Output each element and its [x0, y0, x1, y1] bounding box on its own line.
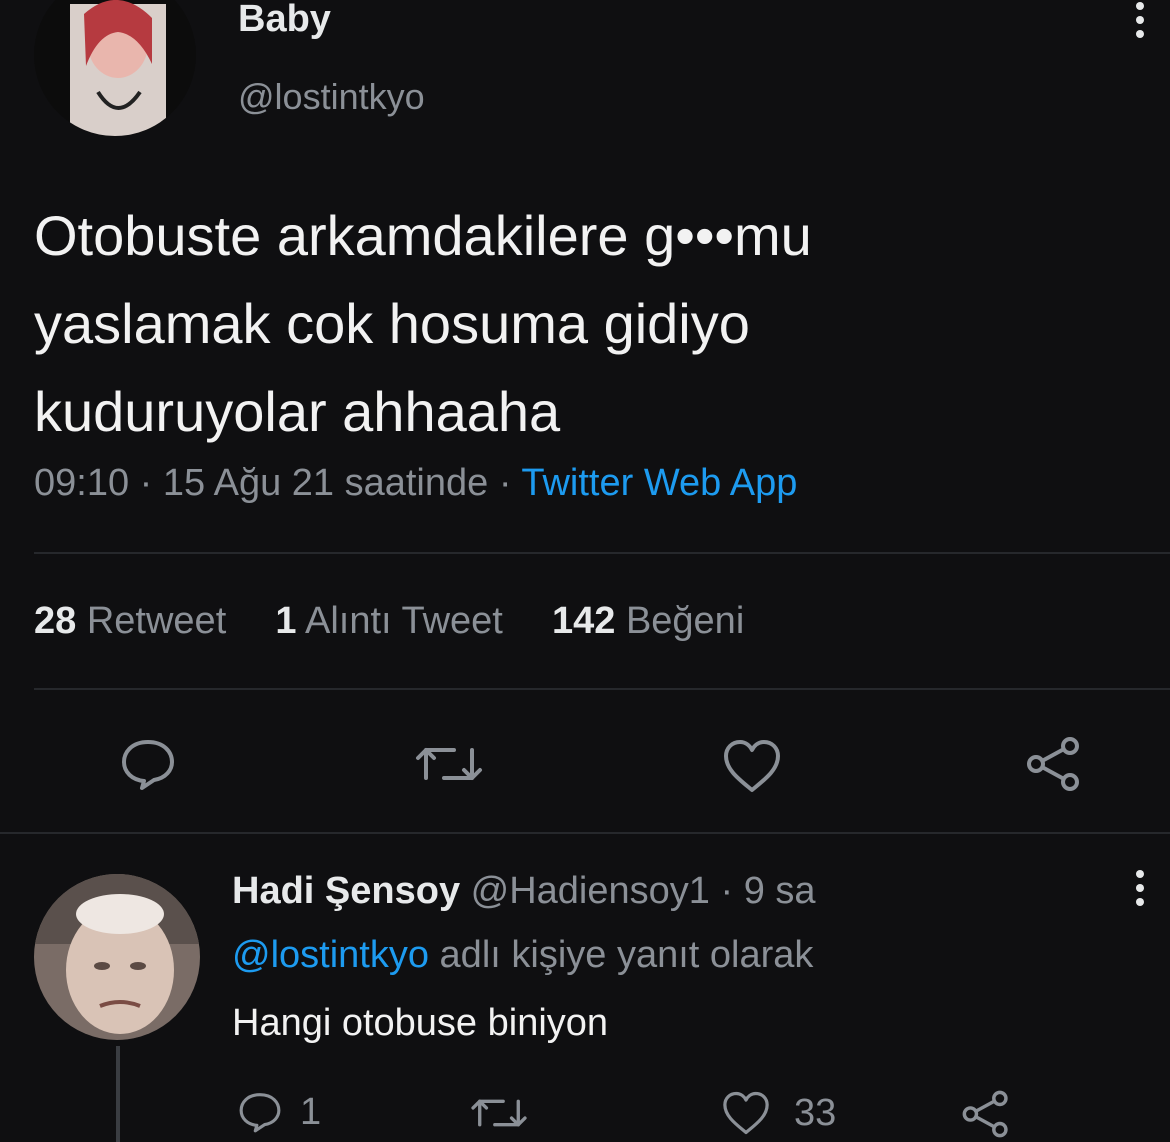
share-icon[interactable]: [1024, 734, 1084, 794]
like-count: 142: [551, 600, 616, 642]
reply-action-reply[interactable]: 1: [236, 1090, 321, 1134]
reply-handle[interactable]: @Hadiensoy1: [471, 870, 710, 912]
quote-label: Alıntı Tweet: [304, 600, 503, 642]
like-label: Beğeni: [625, 600, 745, 642]
retweet-label: Retweet: [86, 600, 227, 642]
heart-icon[interactable]: [720, 738, 784, 794]
tweet-text: Otobuste arkamdakilere g•••mu yaslamak c…: [34, 192, 812, 456]
quote-count: 1: [275, 600, 297, 642]
user-handle[interactable]: @lostintkyo: [238, 76, 425, 118]
share-icon[interactable]: [960, 1088, 1012, 1140]
tweet-text-line: yaslamak cok hosuma gidiyo: [34, 292, 750, 355]
replying-to-handle[interactable]: @lostintkyo: [232, 934, 429, 976]
display-name[interactable]: Baby: [238, 0, 331, 41]
separator: ·: [498, 462, 512, 504]
reply-avatar[interactable]: [34, 874, 200, 1040]
separator: ·: [720, 870, 734, 912]
quote-stat[interactable]: 1 Alıntı Tweet: [275, 600, 513, 642]
thread-line: [116, 1046, 120, 1142]
reply-time[interactable]: 9 sa: [744, 870, 816, 912]
tweet-date[interactable]: 15 Ağu 21 saatinde: [163, 462, 488, 504]
retweet-icon[interactable]: [468, 1092, 530, 1134]
reply-action-like[interactable]: 33: [720, 1090, 836, 1136]
divider: [34, 552, 1170, 554]
reply-more-vertical-icon[interactable]: [1128, 868, 1152, 912]
retweet-stat[interactable]: 28 Retweet: [34, 600, 237, 642]
replying-to-label: adlı kişiye yanıt olarak: [439, 934, 814, 976]
heart-icon: [720, 1090, 772, 1136]
tweet-timestamp: 09:10 · 15 Ağu 21 saatinde · Twitter Web…: [34, 462, 797, 505]
tweet-text-line: Otobuste arkamdakilere g•••mu: [34, 204, 812, 267]
like-count: 33: [794, 1091, 837, 1134]
reply-count: 1: [300, 1090, 322, 1133]
tweet-text-line: kuduruyolar ahhaaha: [34, 380, 561, 443]
retweet-count: 28: [34, 600, 77, 642]
divider: [34, 688, 1170, 690]
tweet-source-link[interactable]: Twitter Web App: [521, 462, 797, 504]
reply-icon[interactable]: [118, 736, 178, 792]
like-stat[interactable]: 142 Beğeni: [552, 600, 744, 642]
reply-text: Hangi otobuse biniyon: [232, 1002, 609, 1044]
divider: [0, 832, 1170, 834]
tweet-stats: 28 Retweet 1 Alıntı Tweet 142 Beğeni: [34, 600, 744, 643]
reply-header: Hadi Şensoy @Hadiensoy1 · 9 sa: [232, 870, 816, 913]
replying-to: @lostintkyo adlı kişiye yanıt olarak: [232, 934, 813, 977]
tweet-time[interactable]: 09:10: [34, 462, 129, 504]
separator: ·: [139, 462, 153, 504]
retweet-icon[interactable]: [412, 740, 486, 788]
more-vertical-icon[interactable]: [1128, 0, 1152, 44]
reply-display-name[interactable]: Hadi Şensoy: [232, 870, 460, 912]
avatar[interactable]: [34, 0, 196, 136]
reply-icon: [236, 1090, 284, 1134]
